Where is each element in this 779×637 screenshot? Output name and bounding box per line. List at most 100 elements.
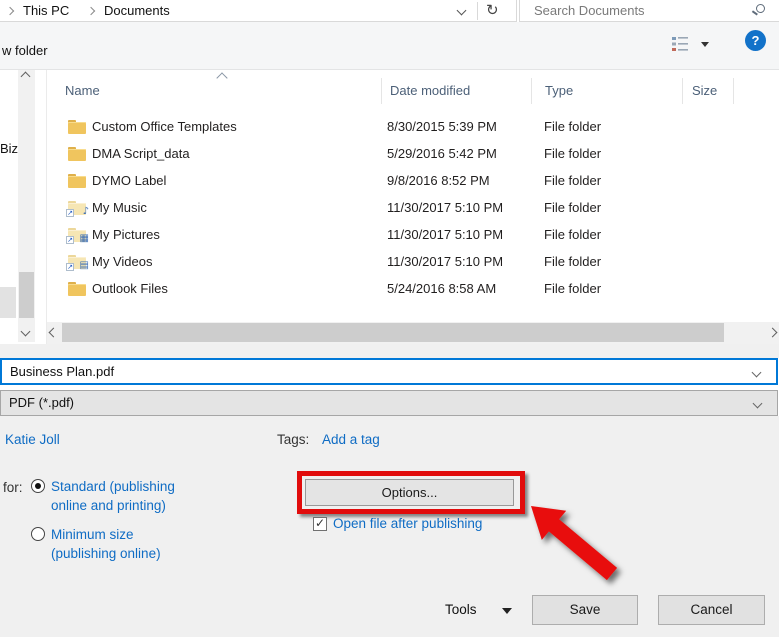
- cancel-button[interactable]: Cancel: [658, 595, 765, 625]
- file-date-modified: 5/24/2016 8:58 AM: [387, 281, 497, 296]
- file-type: File folder: [544, 200, 602, 215]
- file-name: DMA Script_data: [92, 146, 190, 161]
- file-name: My Pictures: [92, 227, 160, 242]
- file-row[interactable]: ↗ ▦ My Pictures 11/30/2017 5:10 PM File fold…: [47, 222, 779, 249]
- new-folder-button[interactable]: w folder: [2, 43, 48, 58]
- file-row[interactable]: DMA Script_data 5/29/2016 5:42 PM File fol…: [47, 141, 779, 168]
- scroll-up-icon[interactable]: [20, 71, 31, 82]
- file-date-modified: 9/8/2016 8:52 PM: [387, 173, 490, 188]
- breadcrumb-chevron-icon: [86, 6, 96, 16]
- horizontal-scroll-thumb[interactable]: [62, 323, 724, 342]
- scroll-left-icon[interactable]: [48, 327, 59, 338]
- folder-icon: [68, 147, 86, 161]
- save-button[interactable]: Save: [532, 595, 638, 625]
- folder-videos-icon: ↗ ▤: [66, 255, 89, 271]
- open-file-after-publishing-label[interactable]: Open file after publishing: [333, 516, 482, 531]
- file-name: My Videos: [92, 254, 153, 269]
- file-row[interactable]: ↗ ▤ My Videos 11/30/2017 5:10 PM File folder: [47, 249, 779, 276]
- file-name-input[interactable]: Business Plan.pdf: [0, 358, 778, 385]
- save-as-dialog: This PC Documents ↻ Search Documents w f…: [0, 0, 779, 637]
- file-type: File folder: [544, 146, 602, 161]
- search-icon[interactable]: [756, 4, 765, 13]
- radio-minimum-size[interactable]: [31, 527, 45, 541]
- vertical-scrollbar[interactable]: [18, 70, 35, 342]
- details-pane: Katie Joll Tags: Add a tag for: Standard…: [0, 416, 779, 637]
- column-header-type[interactable]: Type: [545, 83, 573, 98]
- refresh-icon[interactable]: ↻: [486, 1, 499, 19]
- authors-link[interactable]: Katie Joll: [5, 432, 60, 447]
- annotation-arrow-icon: [531, 506, 618, 581]
- chevron-down-icon[interactable]: [751, 367, 762, 378]
- file-type: File folder: [544, 173, 602, 188]
- save-as-type-select[interactable]: PDF (*.pdf): [0, 390, 778, 416]
- file-date-modified: 11/30/2017 5:10 PM: [387, 254, 504, 269]
- file-type: File folder: [544, 254, 602, 269]
- folder-pictures-icon-glyph: ▦: [79, 233, 89, 244]
- file-date-modified: 11/30/2017 5:10 PM: [387, 200, 504, 215]
- file-list: Name Date modified Type Size Custom Offi…: [47, 70, 779, 322]
- file-row[interactable]: Outlook Files 5/24/2016 8:58 AM File folde…: [47, 276, 779, 303]
- radio-standard-line2: online and printing): [51, 498, 166, 513]
- search-placeholder: Search Documents: [534, 3, 645, 18]
- radio-minimum-label[interactable]: Minimum size (publishing online): [51, 525, 161, 563]
- column-header-size[interactable]: Size: [692, 83, 717, 98]
- folder-icon: [68, 174, 86, 188]
- folder-music-icon-glyph: ♪: [82, 206, 89, 217]
- folder-pictures-icon: ↗ ▦: [66, 228, 89, 244]
- scroll-down-icon[interactable]: [20, 326, 31, 337]
- radio-standard-label[interactable]: Standard (publishing online and printing…: [51, 477, 175, 515]
- chevron-down-icon[interactable]: [752, 398, 763, 409]
- add-a-tag-link[interactable]: Add a tag: [322, 432, 380, 447]
- breadcrumb-documents[interactable]: Documents: [104, 3, 170, 18]
- file-date-modified: 8/30/2015 5:39 PM: [387, 119, 497, 134]
- tags-label: Tags:: [277, 432, 310, 447]
- column-divider[interactable]: [381, 78, 382, 104]
- shortcut-arrow-icon: ↗: [66, 236, 74, 244]
- vertical-scroll-thumb[interactable]: [19, 272, 34, 318]
- column-headers: Name Date modified Type Size: [47, 78, 779, 104]
- view-dropdown-icon[interactable]: [701, 42, 709, 47]
- column-divider[interactable]: [733, 78, 734, 104]
- address-dropdown-icon[interactable]: [456, 5, 467, 16]
- help-icon[interactable]: ?: [745, 30, 766, 51]
- radio-minimum-line2: (publishing online): [51, 546, 161, 561]
- radio-minimum-line1: Minimum size: [51, 527, 134, 542]
- file-name: Custom Office Templates: [92, 119, 237, 134]
- search-input[interactable]: Search Documents: [519, 0, 779, 22]
- file-rows: Custom Office Templates 8/30/2015 5:39 PM…: [47, 114, 779, 303]
- column-divider[interactable]: [531, 78, 532, 104]
- file-type: File folder: [544, 281, 602, 296]
- nav-item-fragment[interactable]: Biz: [0, 141, 18, 156]
- scroll-right-icon[interactable]: [767, 327, 778, 338]
- optimize-for-label: for:: [3, 480, 23, 495]
- address-bar[interactable]: This PC Documents ↻: [0, 0, 517, 22]
- file-row[interactable]: Custom Office Templates 8/30/2015 5:39 PM…: [47, 114, 779, 141]
- breadcrumb-chevron-icon: [5, 6, 15, 16]
- divider: [477, 2, 478, 20]
- tools-dropdown[interactable]: Tools: [445, 602, 477, 617]
- shortcut-arrow-icon: ↗: [66, 209, 74, 217]
- file-row[interactable]: ↗ ♪ My Music 11/30/2017 5:10 PM File folder: [47, 195, 779, 222]
- file-row[interactable]: DYMO Label 9/8/2016 8:52 PM File folder: [47, 168, 779, 195]
- column-header-name[interactable]: Name: [65, 83, 100, 98]
- file-name: Outlook Files: [92, 281, 168, 296]
- spacer: [0, 344, 779, 358]
- breadcrumb-this-pc[interactable]: This PC: [23, 3, 69, 18]
- folder-icon: [68, 120, 86, 134]
- column-divider[interactable]: [682, 78, 683, 104]
- open-file-after-publishing-checkbox[interactable]: ✓: [313, 516, 327, 531]
- folder-music-icon: ↗ ♪: [66, 201, 89, 217]
- tools-chevron-icon[interactable]: [502, 608, 512, 614]
- nav-item-highlight: [0, 287, 16, 318]
- file-type: File folder: [544, 227, 602, 242]
- file-type: File folder: [544, 119, 602, 134]
- details-view-icon[interactable]: [672, 37, 689, 55]
- horizontal-scrollbar[interactable]: [47, 322, 779, 344]
- column-header-date-modified[interactable]: Date modified: [390, 83, 470, 98]
- file-date-modified: 5/29/2016 5:42 PM: [387, 146, 497, 161]
- file-name: My Music: [92, 200, 147, 215]
- file-date-modified: 11/30/2017 5:10 PM: [387, 227, 504, 242]
- save-as-type-value: PDF (*.pdf): [9, 395, 75, 410]
- radio-standard[interactable]: [31, 479, 45, 493]
- shortcut-arrow-icon: ↗: [66, 263, 74, 271]
